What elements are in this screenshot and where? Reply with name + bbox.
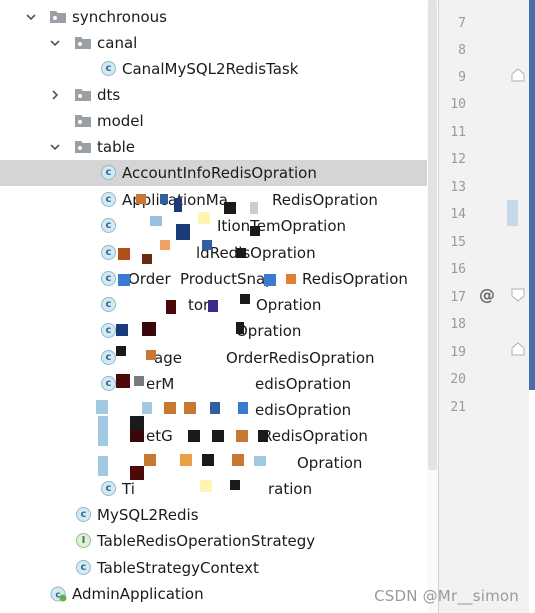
redaction-mosaic — [96, 194, 296, 492]
tree-label: synchronous — [72, 8, 167, 26]
tree-row-canal[interactable]: canal — [0, 30, 438, 56]
fold-up-icon[interactable] — [511, 342, 525, 356]
line-number: 17 — [450, 290, 466, 305]
package-folder-icon — [75, 115, 91, 127]
fold-down-icon[interactable] — [511, 288, 525, 302]
package-folder-icon — [75, 89, 91, 101]
tree-label: MySQL2Redis — [97, 506, 199, 524]
tree-label: canal — [97, 34, 138, 52]
line-number: 8 — [458, 43, 466, 58]
watermark: CSDN @Mr__simon — [374, 587, 519, 605]
class-icon: c — [76, 507, 91, 522]
tree-row-mysql2redis[interactable]: c MySQL2Redis — [0, 502, 438, 528]
line-number: 20 — [450, 372, 466, 387]
tree-scrollbar-thumb[interactable] — [428, 0, 437, 470]
spring-boot-app-icon: c — [50, 586, 67, 602]
tree-label: dts — [97, 86, 121, 104]
tree-row-strategy-interface[interactable]: I TableRedisOperationStrategy — [0, 528, 438, 554]
editor-area[interactable] — [529, 0, 535, 390]
line-number: 21 — [450, 400, 466, 415]
tree-row-table[interactable]: table — [0, 134, 438, 160]
line-number: 12 — [450, 152, 466, 167]
tree-row-canal-task[interactable]: c CanalMySQL2RedisTask — [0, 56, 438, 82]
tree-label: TableStrategyContext — [97, 559, 259, 577]
tree-row-synchronous[interactable]: synchronous — [0, 4, 438, 30]
tree-label: TableRedisOperationStrategy — [97, 532, 316, 550]
editor-gutter — [439, 0, 529, 613]
override-annotation-icon[interactable]: @ — [479, 285, 495, 304]
change-marker — [507, 200, 518, 226]
line-number: 15 — [450, 235, 466, 250]
line-number: 14 — [450, 207, 466, 222]
package-folder-icon — [75, 141, 91, 153]
line-number: 10 — [450, 97, 466, 112]
class-icon: c — [101, 61, 116, 76]
line-number: 11 — [450, 125, 466, 140]
tree-row-admin-application[interactable]: c AdminApplication — [0, 581, 438, 607]
package-folder-icon — [75, 37, 91, 49]
package-folder-icon — [50, 11, 66, 23]
line-number: 19 — [450, 345, 466, 360]
chevron-right-icon[interactable] — [48, 88, 62, 102]
tree-row-dts[interactable]: dts — [0, 82, 438, 108]
chevron-down-icon[interactable] — [48, 36, 62, 50]
editor-area-blank[interactable] — [529, 390, 535, 613]
line-number: 16 — [450, 262, 466, 277]
tree-label: CanalMySQL2RedisTask — [122, 60, 299, 78]
tree-label: table — [97, 138, 135, 156]
chevron-down-icon[interactable] — [48, 140, 62, 154]
fold-up-icon[interactable] — [511, 68, 525, 82]
interface-icon: I — [76, 533, 91, 548]
tree-row-account-info[interactable]: c AccountInfoRedisOpration — [0, 160, 438, 186]
line-number: 13 — [450, 180, 466, 195]
class-icon: c — [101, 165, 116, 180]
class-icon: c — [76, 560, 91, 575]
tree-label: model — [97, 112, 144, 130]
tree-row-strategy-context[interactable]: c TableStrategyContext — [0, 555, 438, 581]
line-number: 7 — [458, 16, 466, 31]
tree-label: AdminApplication — [72, 585, 204, 603]
tree-row-model[interactable]: model — [0, 108, 438, 134]
line-number: 18 — [450, 317, 466, 332]
chevron-down-icon[interactable] — [24, 10, 38, 24]
line-number: 9 — [458, 70, 466, 85]
tree-label: AccountInfoRedisOpration — [122, 164, 317, 182]
